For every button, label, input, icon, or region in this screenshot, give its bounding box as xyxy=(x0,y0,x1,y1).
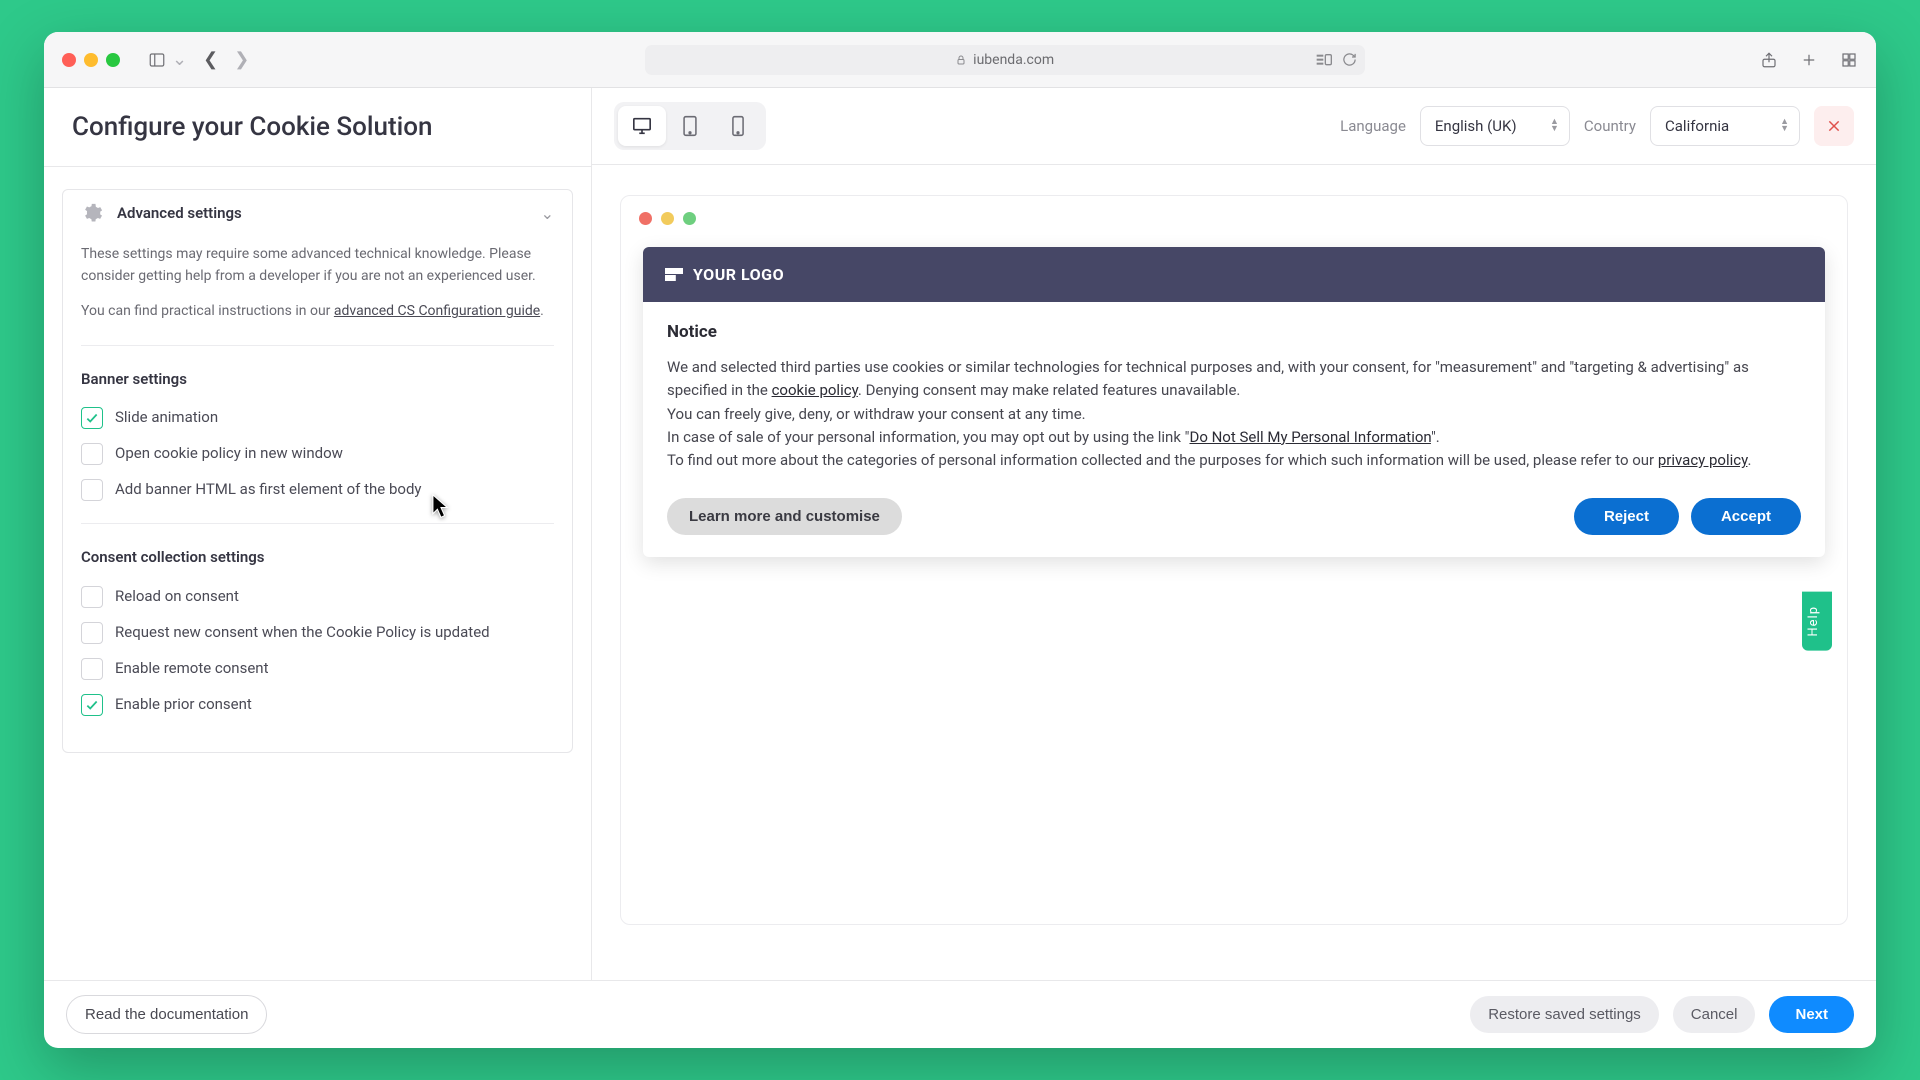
do-not-sell-link[interactable]: Do Not Sell My Personal Information xyxy=(1189,428,1430,446)
country-label: Country xyxy=(1584,117,1636,135)
banner-title: Notice xyxy=(667,322,1801,342)
nav-forward-icon[interactable]: ❯ xyxy=(234,49,249,70)
device-tabs xyxy=(614,102,766,150)
url-bar[interactable]: iubenda.com xyxy=(645,45,1365,75)
advanced-guide-link[interactable]: advanced CS Configuration guide xyxy=(334,303,540,319)
banner-setting-checkbox[interactable] xyxy=(81,407,103,429)
cookie-policy-link[interactable]: cookie policy xyxy=(772,381,858,399)
banner-setting-label: Add banner HTML as first element of the … xyxy=(115,479,422,500)
page-title: Configure your Cookie Solution xyxy=(44,88,591,167)
gear-icon xyxy=(81,202,103,224)
banner-setting-label: Open cookie policy in new window xyxy=(115,443,343,464)
reader-icon[interactable] xyxy=(1316,53,1332,67)
sort-icon: ▲▼ xyxy=(1780,119,1789,133)
banner-setting-row[interactable]: Slide animation xyxy=(81,407,554,429)
language-select[interactable]: English (UK) ▲▼ xyxy=(1420,106,1570,146)
advanced-settings-body: These settings may require some advanced… xyxy=(63,236,572,752)
cancel-button[interactable]: Cancel xyxy=(1673,996,1756,1033)
preview-window: YOUR LOGO Notice We and selected third p… xyxy=(620,195,1848,925)
preview-minimize-icon xyxy=(661,212,674,225)
right-panel: Language English (UK) ▲▼ Country Califor… xyxy=(592,88,1876,980)
consent-setting-checkbox[interactable] xyxy=(81,586,103,608)
consent-setting-label: Enable remote consent xyxy=(115,658,268,679)
accept-button[interactable]: Accept xyxy=(1691,498,1801,535)
tab-overview-icon[interactable] xyxy=(1840,51,1858,69)
logo-icon xyxy=(665,268,683,282)
footer: Read the documentation Restore saved set… xyxy=(44,980,1876,1048)
banner-setting-checkbox[interactable] xyxy=(81,479,103,501)
device-tablet-tab[interactable] xyxy=(666,106,714,146)
browser-window: ⌄ ❮ ❯ iubenda.com Configure your Cookie … xyxy=(44,32,1876,1048)
consent-setting-row[interactable]: Enable remote consent xyxy=(81,658,554,680)
advanced-settings-title: Advanced settings xyxy=(117,204,527,222)
new-tab-icon[interactable] xyxy=(1800,51,1818,69)
preview-traffic-lights xyxy=(621,196,1847,239)
language-value: English (UK) xyxy=(1435,117,1517,135)
chevron-down-icon: ⌄ xyxy=(172,49,187,70)
app-body: Configure your Cookie Solution Advanced … xyxy=(44,88,1876,980)
consent-setting-row[interactable]: Enable prior consent xyxy=(81,694,554,716)
left-panel: Configure your Cookie Solution Advanced … xyxy=(44,88,592,980)
device-desktop-tab[interactable] xyxy=(618,106,666,146)
learn-more-button[interactable]: Learn more and customise xyxy=(667,498,902,535)
close-icon xyxy=(1826,118,1842,134)
banner-text: We and selected third parties use cookie… xyxy=(667,356,1801,472)
consent-setting-label: Request new consent when the Cookie Poli… xyxy=(115,622,490,643)
chevron-down-icon: ⌄ xyxy=(541,204,554,223)
consent-setting-row[interactable]: Reload on consent xyxy=(81,586,554,608)
advanced-settings-toggle[interactable]: Advanced settings ⌄ xyxy=(63,190,572,236)
next-button[interactable]: Next xyxy=(1769,996,1854,1033)
sort-icon: ▲▼ xyxy=(1550,119,1559,133)
desktop-icon xyxy=(631,116,653,136)
help-tab[interactable]: Help xyxy=(1802,592,1832,651)
nav-back-icon[interactable]: ❮ xyxy=(203,49,218,70)
consent-settings-title: Consent collection settings xyxy=(81,546,554,569)
banner-setting-label: Slide animation xyxy=(115,407,218,428)
read-docs-button[interactable]: Read the documentation xyxy=(66,995,267,1034)
banner-logo-bar: YOUR LOGO xyxy=(643,247,1825,302)
advanced-settings-desc: These settings may require some advanced… xyxy=(81,244,554,287)
window-minimize-icon[interactable] xyxy=(84,53,98,67)
mobile-icon xyxy=(731,115,745,137)
url-host: iubenda.com xyxy=(973,52,1054,68)
logo-text: YOUR LOGO xyxy=(693,265,784,284)
language-label: Language xyxy=(1340,117,1406,135)
consent-setting-row[interactable]: Request new consent when the Cookie Poli… xyxy=(81,622,554,644)
restore-settings-button[interactable]: Restore saved settings xyxy=(1470,996,1659,1033)
sidebar-toggle-icon[interactable]: ⌄ xyxy=(148,49,187,70)
banner-setting-row[interactable]: Add banner HTML as first element of the … xyxy=(81,479,554,501)
cookie-banner: YOUR LOGO Notice We and selected third p… xyxy=(643,247,1825,557)
banner-setting-row[interactable]: Open cookie policy in new window xyxy=(81,443,554,465)
reject-button[interactable]: Reject xyxy=(1574,498,1679,535)
banner-setting-checkbox[interactable] xyxy=(81,443,103,465)
reload-icon[interactable] xyxy=(1342,52,1357,67)
close-button[interactable] xyxy=(1814,106,1854,146)
country-value: California xyxy=(1665,117,1729,135)
banner-settings-title: Banner settings xyxy=(81,368,554,391)
lock-icon xyxy=(955,54,967,66)
consent-setting-label: Enable prior consent xyxy=(115,694,252,715)
advanced-guide-pre: You can find practical instructions in o… xyxy=(81,303,334,319)
advanced-guide-post: . xyxy=(540,303,544,319)
window-traffic-lights xyxy=(62,53,120,67)
country-select[interactable]: California ▲▼ xyxy=(1650,106,1800,146)
preview-close-icon xyxy=(639,212,652,225)
preview-header: Language English (UK) ▲▼ Country Califor… xyxy=(592,88,1876,165)
browser-toolbar: ⌄ ❮ ❯ iubenda.com xyxy=(44,32,1876,88)
advanced-settings-card: Advanced settings ⌄ These settings may r… xyxy=(62,189,573,753)
device-mobile-tab[interactable] xyxy=(714,106,762,146)
settings-scroll[interactable]: Advanced settings ⌄ These settings may r… xyxy=(44,167,591,980)
preview-zoom-icon xyxy=(683,212,696,225)
preview-stage: YOUR LOGO Notice We and selected third p… xyxy=(592,165,1876,980)
consent-setting-checkbox[interactable] xyxy=(81,694,103,716)
consent-setting-label: Reload on consent xyxy=(115,586,239,607)
consent-setting-checkbox[interactable] xyxy=(81,658,103,680)
privacy-policy-link[interactable]: privacy policy xyxy=(1658,451,1748,469)
window-zoom-icon[interactable] xyxy=(106,53,120,67)
share-icon[interactable] xyxy=(1760,51,1778,69)
window-close-icon[interactable] xyxy=(62,53,76,67)
consent-setting-checkbox[interactable] xyxy=(81,622,103,644)
tablet-icon xyxy=(681,115,699,137)
